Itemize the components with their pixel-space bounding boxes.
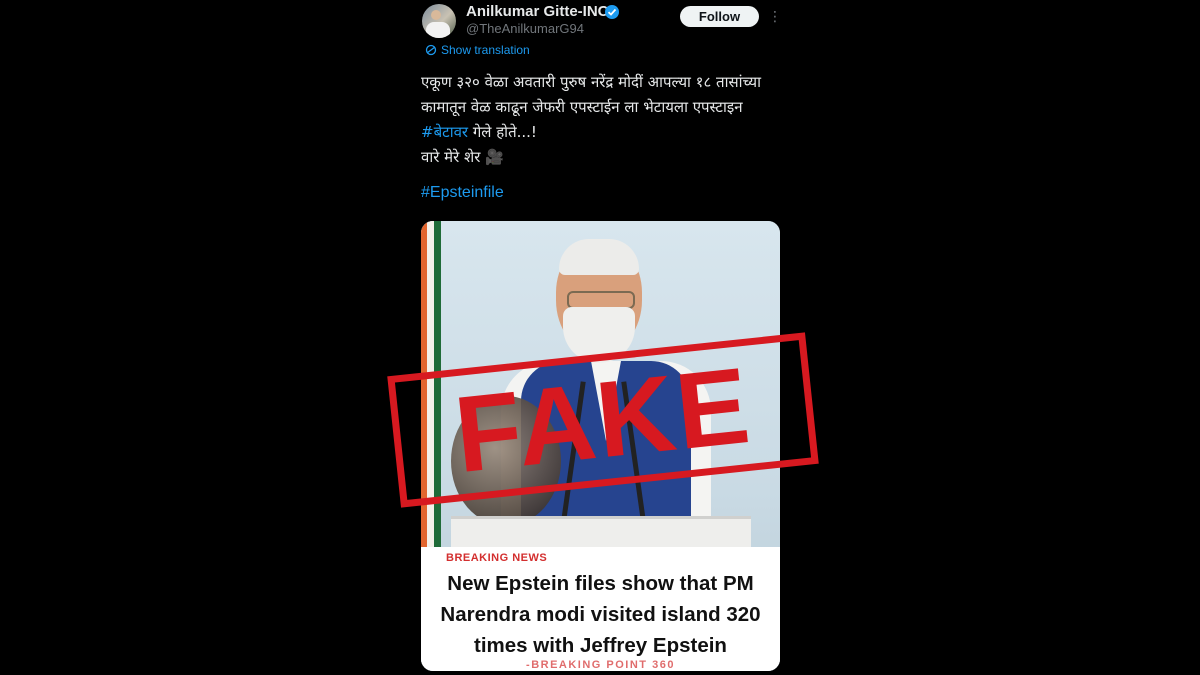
tweet-text: एकूण ३२० वेळा अवतारी पुरुष नरेंद्र मोदीं…: [421, 70, 786, 170]
headline-line-1: New Epstein files show that PM: [447, 572, 754, 595]
follow-button[interactable]: Follow: [680, 6, 759, 27]
hashtag-epsteinfile[interactable]: #Epsteinfile: [421, 184, 504, 202]
tweet-line-1: एकूण ३२० वेळा अवतारी पुरुष नरेंद्र मोदीं…: [421, 73, 762, 91]
hashtag-betavar[interactable]: #बेटावर: [421, 123, 468, 141]
breaking-news-label: BREAKING NEWS: [446, 552, 548, 564]
more-options-icon[interactable]: ⋮: [768, 7, 782, 27]
tweet-line-3: #बेटावर गेले होते...!: [421, 120, 786, 145]
headline-line-3: times with Jeffrey Epstein: [474, 634, 727, 657]
show-translation-label: Show translation: [441, 43, 530, 57]
tweet-line-3-text: गेले होते...!: [468, 123, 537, 141]
display-name[interactable]: Anilkumar Gitte-INC: [466, 3, 609, 20]
user-handle[interactable]: @TheAnilkumarG94: [466, 21, 584, 36]
translate-icon: [425, 44, 437, 56]
tweet-line-4: वारे मेरे शेर 🎥: [421, 148, 504, 166]
person-hair: [559, 239, 639, 275]
avatar[interactable]: [422, 4, 456, 38]
show-translation-link[interactable]: Show translation: [425, 43, 530, 57]
tweet-line-2: कामातून वेळ काढून जेफरी एपस्टाईन ला भेटा…: [421, 98, 743, 116]
news-source: -BREAKING POINT 360: [526, 659, 675, 671]
headline-line-2: Narendra modi visited island 320: [440, 603, 761, 626]
verified-badge-icon: [605, 5, 619, 19]
news-headline: New Epstein files show that PM Narendra …: [421, 568, 780, 661]
